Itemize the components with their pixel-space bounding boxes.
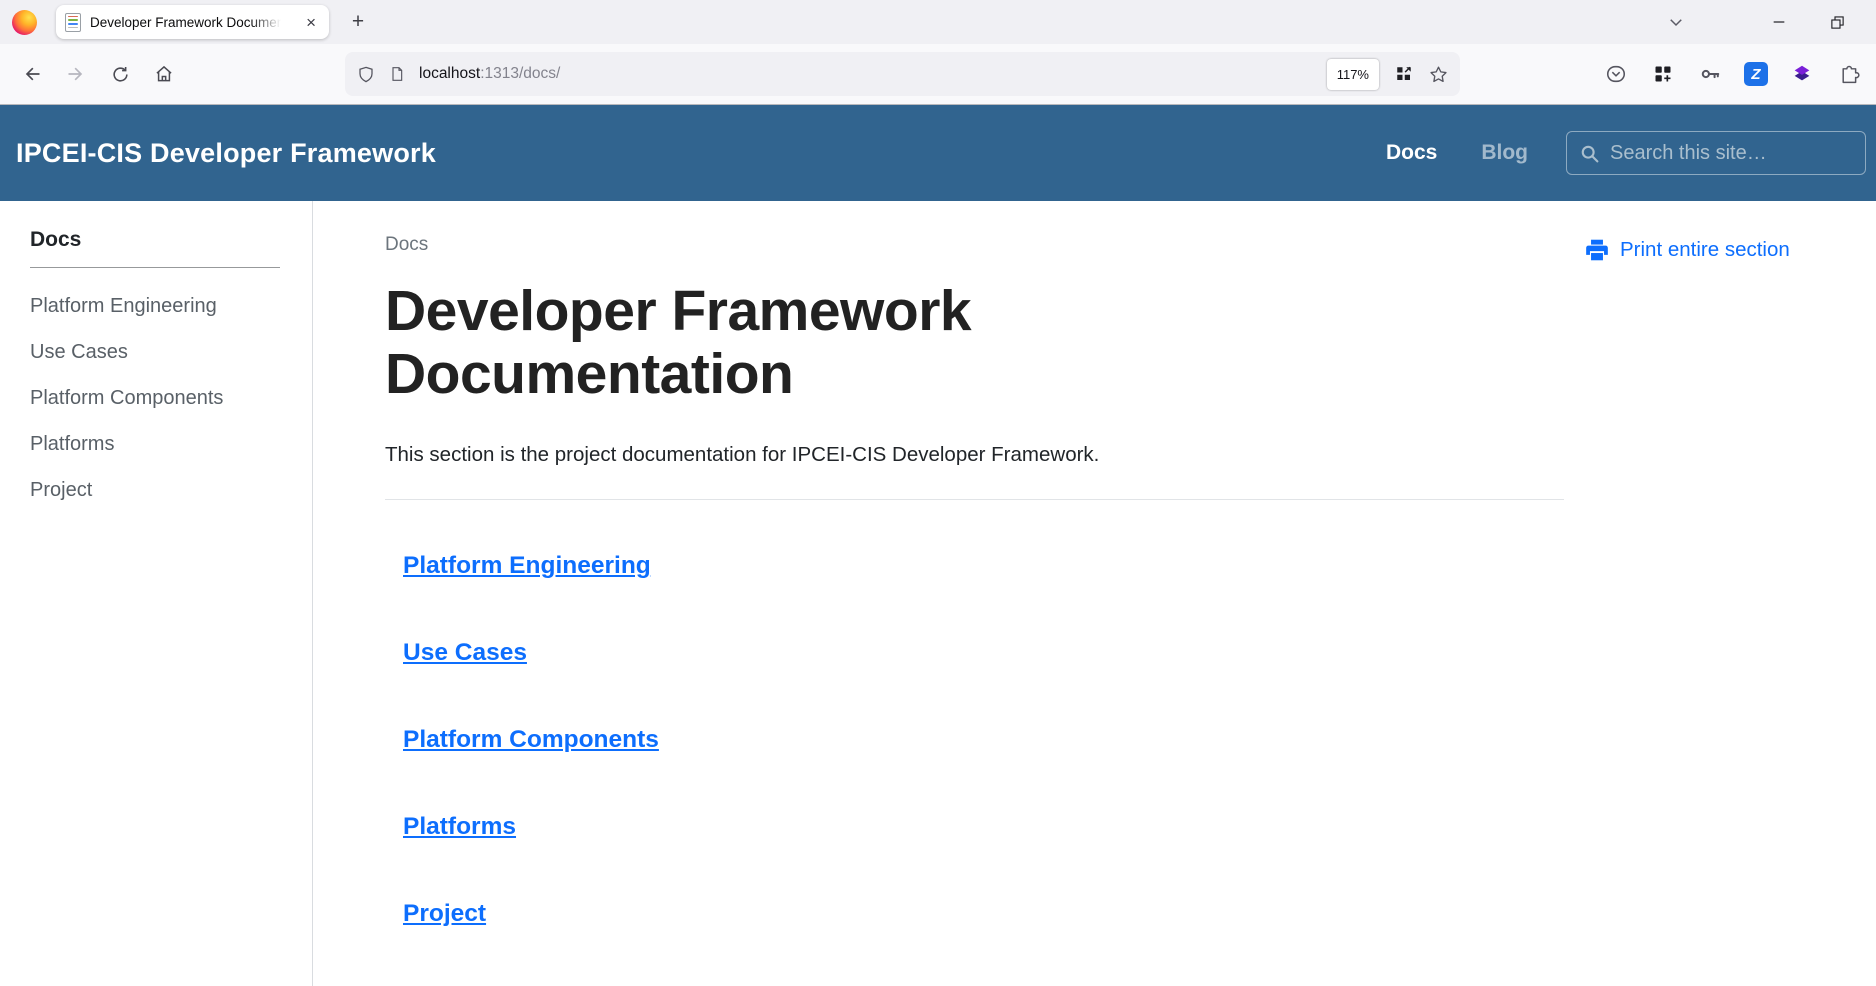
password-key-icon[interactable]: [1697, 61, 1723, 87]
right-rail: Print entire section: [1584, 201, 1876, 986]
sidebar-item-project[interactable]: Project: [30, 479, 292, 502]
back-button[interactable]: [16, 58, 48, 90]
page-title: Developer Framework Documentation: [385, 280, 1205, 405]
site-navbar: IPCEI-CIS Developer Framework Docs Blog: [0, 105, 1876, 201]
nav-link-docs[interactable]: Docs: [1386, 141, 1437, 165]
printer-icon: [1584, 237, 1610, 263]
section-link-use-cases[interactable]: Use Cases: [403, 639, 527, 667]
list-all-tabs-chevron-icon[interactable]: [1662, 8, 1690, 36]
extension-page-action-icon[interactable]: [1395, 65, 1413, 83]
tab-close-icon[interactable]: ×: [302, 12, 320, 33]
window-minimize-button[interactable]: [1766, 9, 1792, 35]
page-favicon-icon: [65, 13, 81, 32]
tracking-shield-icon[interactable]: [357, 65, 375, 84]
browser-tab[interactable]: Developer Framework Documentation ×: [56, 5, 329, 39]
window-controls: [1662, 8, 1876, 36]
toolbar-extensions-area: Z: [1603, 61, 1862, 87]
pocket-icon[interactable]: [1603, 61, 1629, 87]
window-restore-button[interactable]: [1824, 9, 1850, 35]
print-section-link[interactable]: Print entire section: [1584, 237, 1876, 263]
sidebar-item-platform-engineering[interactable]: Platform Engineering: [30, 295, 292, 318]
sidebar-item-platform-components[interactable]: Platform Components: [30, 387, 292, 410]
section-link-platform-engineering[interactable]: Platform Engineering: [403, 552, 651, 580]
sidebar-nav-list: Platform Engineering Use Cases Platform …: [30, 295, 292, 502]
tab-title: Developer Framework Documentation: [90, 15, 285, 30]
print-section-label: Print entire section: [1620, 238, 1790, 262]
firefox-logo-icon[interactable]: [12, 10, 37, 35]
search-input[interactable]: [1610, 142, 1840, 165]
new-tab-button[interactable]: +: [343, 7, 373, 37]
url-host: localhost: [419, 65, 480, 82]
site-nav: Docs Blog: [1386, 141, 1528, 165]
browser-toolbar: localhost:1313/docs/ 117%: [0, 44, 1876, 105]
section-link-project[interactable]: Project: [403, 900, 486, 928]
purple-layers-extension-icon[interactable]: [1789, 61, 1815, 87]
sidebar-item-platforms[interactable]: Platforms: [30, 433, 292, 456]
search-icon: [1579, 143, 1600, 164]
intro-paragraph: This section is the project documentatio…: [385, 443, 1564, 467]
nav-link-blog[interactable]: Blog: [1481, 141, 1528, 165]
page-info-icon[interactable]: [389, 65, 405, 83]
bookmark-star-icon[interactable]: [1429, 65, 1448, 84]
url-text: localhost:1313/docs/: [419, 65, 560, 83]
page-body: Docs Platform Engineering Use Cases Plat…: [0, 201, 1876, 986]
extensions-icon[interactable]: [1650, 61, 1676, 87]
zoom-level-indicator[interactable]: 117%: [1327, 59, 1379, 90]
sidebar-item-use-cases[interactable]: Use Cases: [30, 341, 292, 364]
main-content: Docs Developer Framework Documentation T…: [313, 201, 1584, 986]
reload-button[interactable]: [104, 58, 136, 90]
puzzle-extension-icon[interactable]: [1836, 61, 1862, 87]
section-link-platforms[interactable]: Platforms: [403, 813, 516, 841]
zotero-extension-icon[interactable]: Z: [1744, 62, 1768, 86]
forward-button[interactable]: [60, 58, 92, 90]
home-button[interactable]: [148, 58, 180, 90]
url-bar[interactable]: localhost:1313/docs/ 117%: [345, 52, 1460, 96]
sidebar-divider: [30, 267, 280, 268]
sidebar-heading[interactable]: Docs: [30, 228, 292, 252]
section-link-platform-components[interactable]: Platform Components: [403, 726, 659, 754]
browser-tab-strip: Developer Framework Documentation × +: [0, 0, 1876, 44]
url-path: :1313/docs/: [480, 65, 560, 82]
docs-sidebar: Docs Platform Engineering Use Cases Plat…: [0, 201, 313, 986]
breadcrumb[interactable]: Docs: [385, 234, 1564, 256]
content-divider: [385, 499, 1564, 500]
site-brand[interactable]: IPCEI-CIS Developer Framework: [16, 138, 436, 169]
site-search-box[interactable]: [1566, 131, 1866, 175]
